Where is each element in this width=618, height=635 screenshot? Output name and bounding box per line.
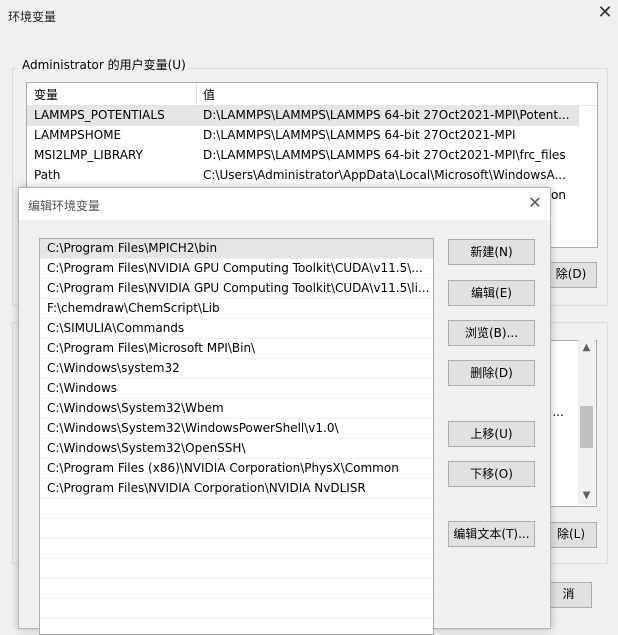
variable-name: Path: [34, 168, 61, 182]
variable-value: on: [551, 188, 566, 202]
column-divider[interactable]: [196, 83, 197, 105]
browse-button[interactable]: 浏览(B)...: [448, 320, 535, 346]
variable-name: LAMMPSHOME: [34, 128, 122, 142]
list-item[interactable]: C:\SIMULIA\Commands: [40, 319, 433, 339]
scrollbar-thumb[interactable]: [580, 406, 593, 448]
path-entry: C:\Program Files\NVIDIA Corporation\NVID…: [47, 481, 366, 495]
system-delete-button[interactable]: 除(L): [545, 522, 597, 548]
list-item[interactable]: C:\Program Files (x86)\NVIDIA Corporatio…: [40, 459, 433, 479]
path-entry: C:\Windows\System32\Wbem: [47, 401, 224, 415]
variable-name: LAMMPS_POTENTIALS: [34, 108, 165, 122]
user-delete-button[interactable]: 除(D): [545, 262, 597, 288]
empty-list-row[interactable]: [40, 559, 433, 579]
list-item[interactable]: C:\Windows\System32\WindowsPowerShell\v1…: [40, 419, 433, 439]
table-row[interactable]: MSI2LMP_LIBRARY D:\LAMMPS\LAMMPS\LAMMPS …: [27, 146, 579, 166]
table-row[interactable]: Path C:\Users\Administrator\AppData\Loca…: [27, 166, 579, 186]
table-header: 变量 值: [27, 83, 597, 106]
move-up-button[interactable]: 上移(U): [448, 421, 535, 447]
path-entry: C:\Program Files\NVIDIA GPU Computing To…: [47, 281, 430, 295]
cancel-button[interactable]: 消: [545, 582, 592, 608]
table-row[interactable]: LAMMPSHOME D:\LAMMPS\LAMMPS\LAMMPS 64-bi…: [27, 126, 579, 146]
user-variables-label: Administrator 的用户变量(U): [20, 56, 188, 73]
path-entry: C:\Program Files\Microsoft MPI\Bin\: [47, 341, 256, 355]
variable-name: MSI2LMP_LIBRARY: [34, 148, 143, 162]
empty-list-row[interactable]: [40, 599, 433, 619]
variable-value: D:\LAMMPS\LAMMPS\LAMMPS 64-bit 27Oct2021…: [203, 128, 516, 142]
list-item[interactable]: C:\Program Files\NVIDIA Corporation\NVID…: [40, 479, 433, 499]
column-header-value[interactable]: 值: [203, 86, 215, 103]
new-button[interactable]: 新建(N): [448, 239, 535, 265]
edit-environment-variable-dialog: 编辑环境变量 ✕ C:\Program Files\MPICH2\bin C:\…: [18, 187, 551, 635]
variable-value: D:\LAMMPS\LAMMPS\LAMMPS 64-bit 27Oct2021…: [203, 148, 566, 162]
column-header-variable[interactable]: 变量: [34, 86, 58, 103]
move-down-button[interactable]: 下移(O): [448, 461, 535, 487]
path-entry: C:\SIMULIA\Commands: [47, 321, 185, 335]
close-icon[interactable]: ✕: [525, 193, 545, 213]
user-delete-label: 除(D): [555, 267, 587, 281]
cancel-label: 消: [562, 587, 575, 601]
path-entry: C:\Windows\system32: [47, 361, 180, 375]
system-delete-label: 除(L): [556, 527, 586, 541]
variable-value: D:\LAMMPS\LAMMPS\LAMMPS 64-bit 27Oct2021…: [203, 108, 570, 122]
path-entry: C:\Program Files (x86)\NVIDIA Corporatio…: [47, 461, 399, 475]
edit-text-button[interactable]: 编辑文本(T)...: [448, 521, 535, 547]
list-item[interactable]: C:\Windows: [40, 379, 433, 399]
list-item[interactable]: C:\Program Files\MPICH2\bin: [40, 239, 433, 259]
dialog-title: 编辑环境变量: [28, 199, 101, 213]
path-entry: C:\Program Files\NVIDIA GPU Computing To…: [47, 261, 423, 275]
path-entry: C:\Windows\System32\WindowsPowerShell\v1…: [47, 421, 339, 435]
list-item[interactable]: C:\Windows\System32\Wbem: [40, 399, 433, 419]
close-icon[interactable]: ✕: [596, 4, 614, 22]
empty-list-row[interactable]: [40, 539, 433, 559]
table-row[interactable]: LAMMPS_POTENTIALS D:\LAMMPS\LAMMPS\LAMMP…: [27, 106, 579, 126]
path-entry: F:\chemdraw\ChemScript\Lib: [47, 301, 220, 315]
path-entry: C:\Windows: [47, 381, 118, 395]
variable-value: C:\Users\Administrator\AppData\Local\Mic…: [203, 168, 566, 182]
list-item[interactable]: C:\Program Files\NVIDIA GPU Computing To…: [40, 259, 433, 279]
list-item[interactable]: F:\chemdraw\ChemScript\Lib: [40, 299, 433, 319]
list-item[interactable]: C:\Program Files\NVIDIA GPU Computing To…: [40, 279, 433, 299]
scroll-down-icon[interactable]: ▼: [578, 489, 595, 503]
path-list[interactable]: C:\Program Files\MPICH2\bin C:\Program F…: [39, 238, 434, 635]
path-entry: C:\Program Files\MPICH2\bin: [47, 241, 218, 255]
delete-button[interactable]: 删除(D): [448, 360, 535, 386]
list-item[interactable]: C:\Windows\System32\OpenSSH\: [40, 439, 433, 459]
list-item[interactable]: C:\Windows\system32: [40, 359, 433, 379]
empty-list-row[interactable]: [40, 519, 433, 539]
empty-list-row[interactable]: [40, 619, 433, 634]
edit-button[interactable]: 编辑(E): [448, 280, 535, 306]
scroll-up-icon[interactable]: ▲: [578, 341, 595, 355]
dialog-titlebar[interactable]: 编辑环境变量 ✕: [19, 188, 550, 220]
path-entry: C:\Windows\System32\OpenSSH\: [47, 441, 246, 455]
empty-list-row[interactable]: [40, 499, 433, 519]
list-item[interactable]: C:\Program Files\Microsoft MPI\Bin\: [40, 339, 433, 359]
window-title: 环境变量: [8, 10, 57, 24]
empty-list-row[interactable]: [40, 579, 433, 599]
